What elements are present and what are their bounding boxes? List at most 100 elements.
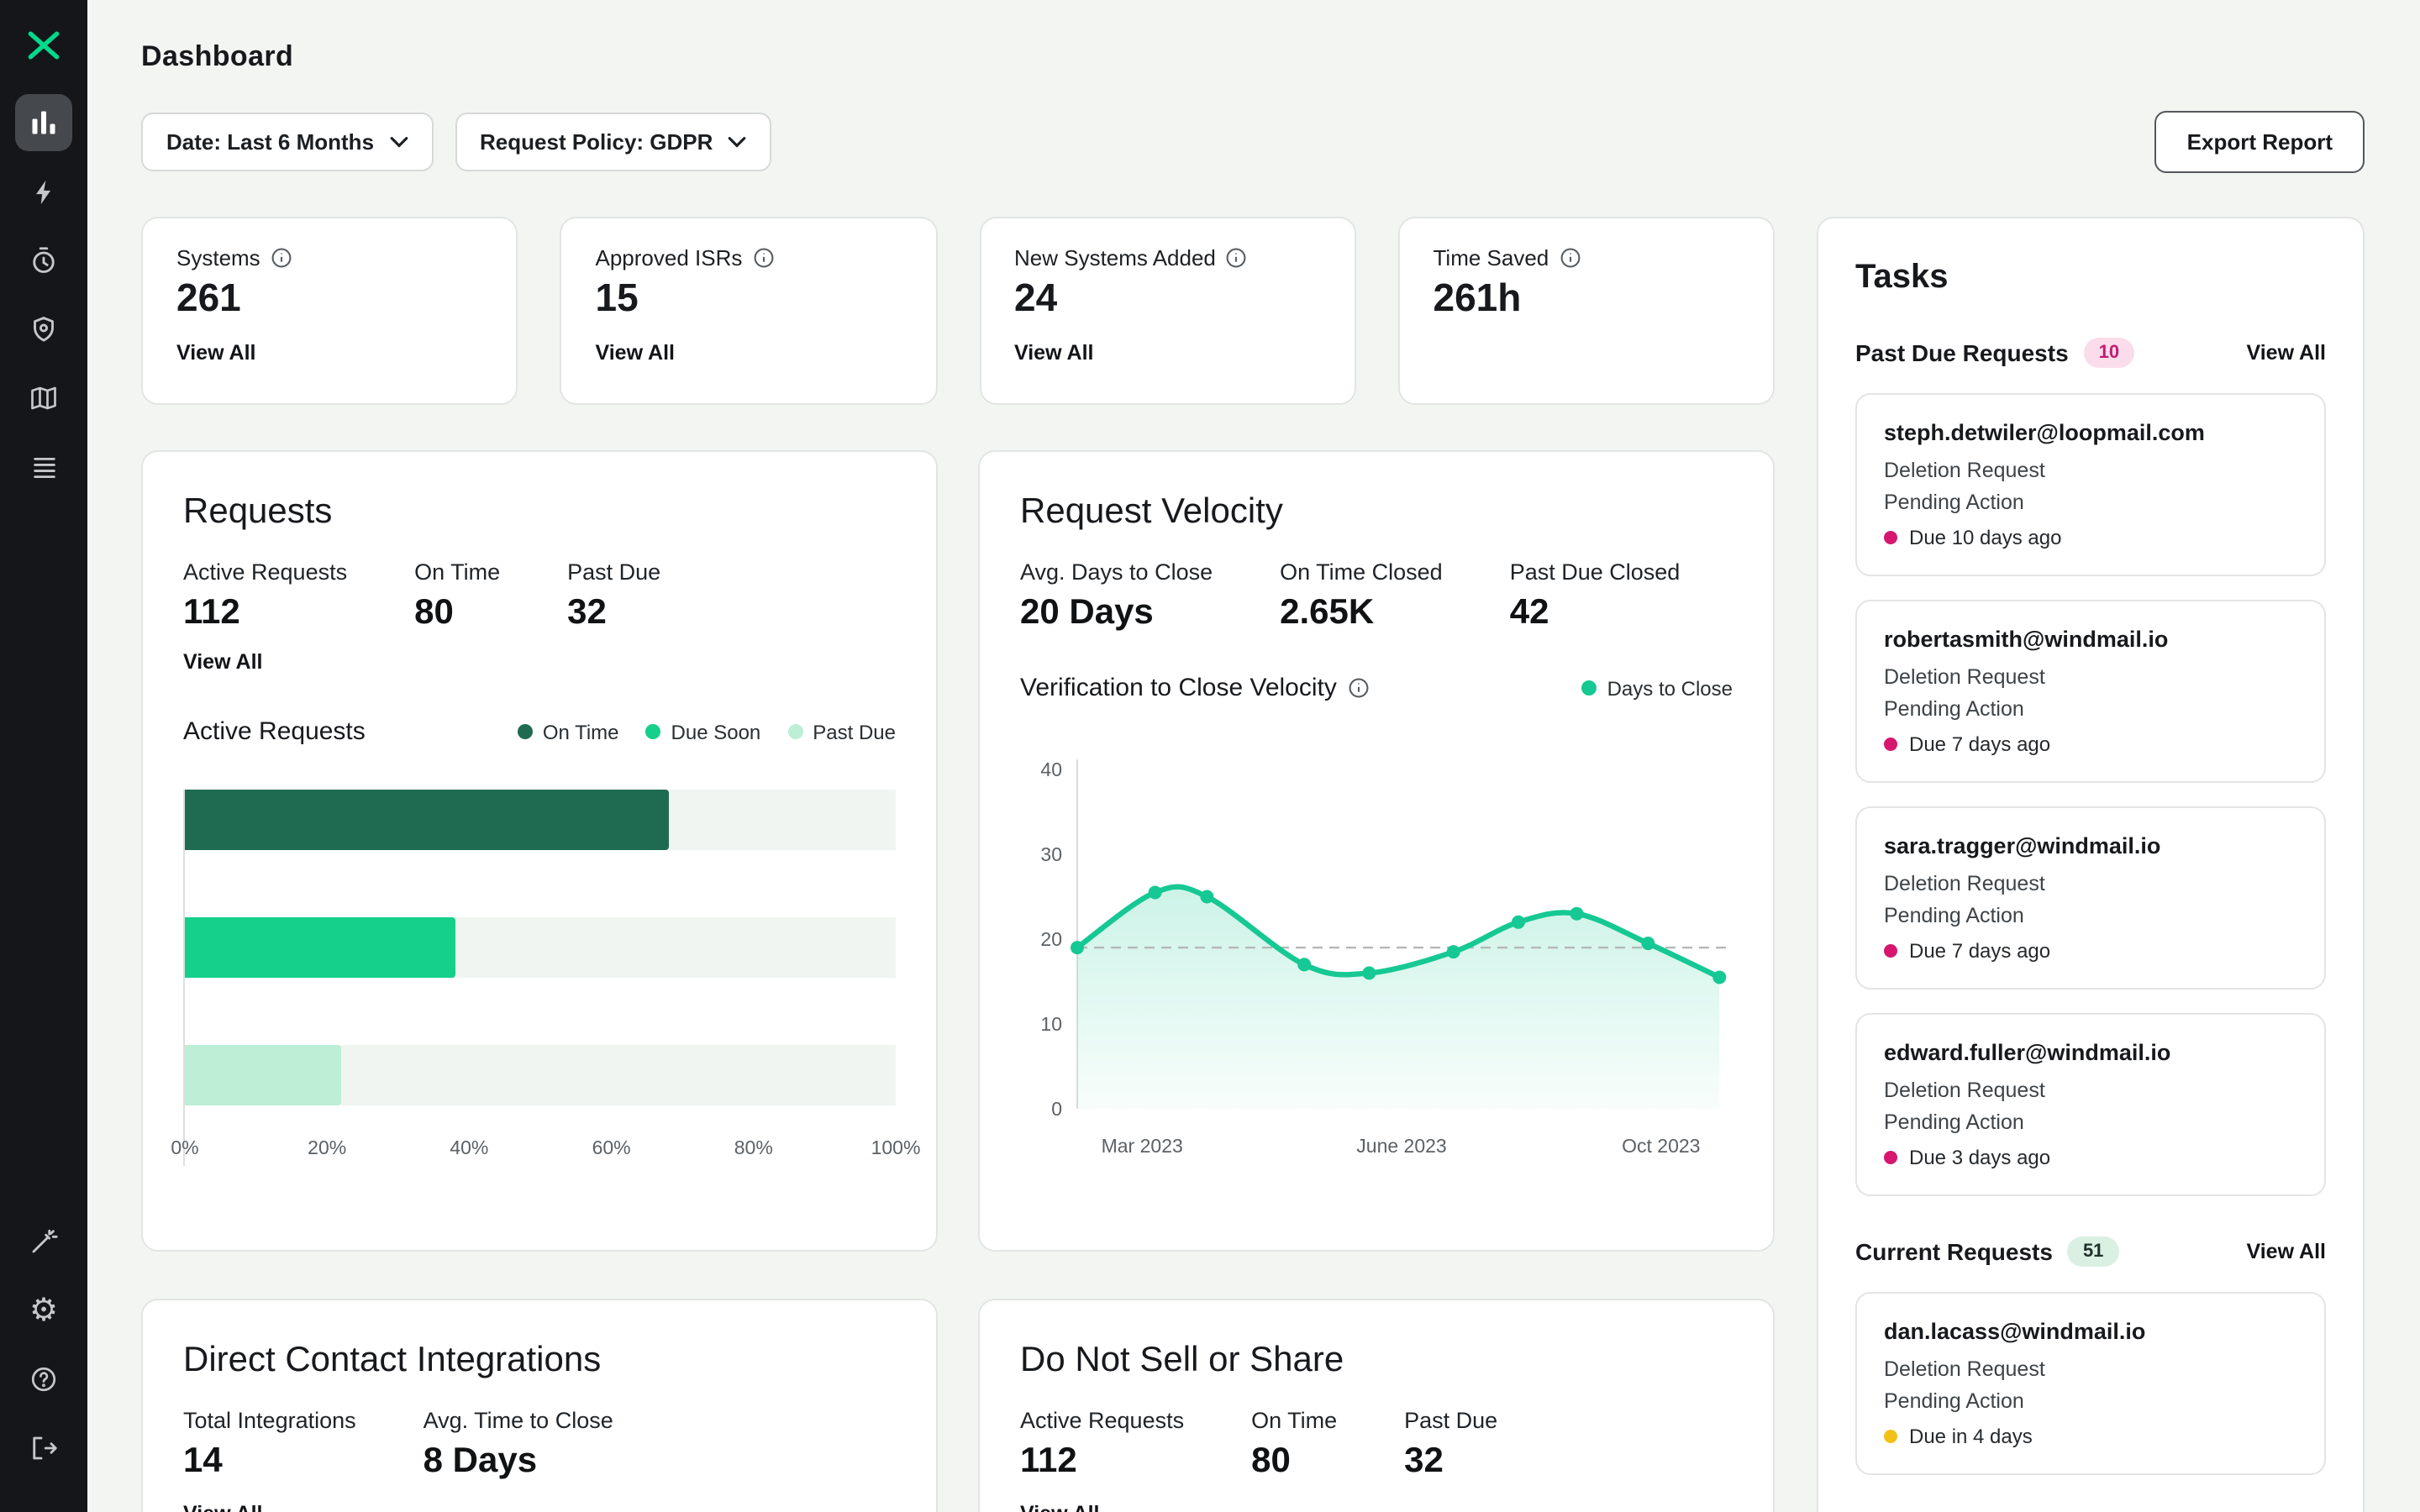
task-due-text: Due 3 days ago xyxy=(1909,1146,2051,1169)
page-title: Dashboard xyxy=(141,40,294,72)
current-requests-count-badge: 51 xyxy=(2067,1236,2119,1267)
task-card[interactable]: edward.fuller@windmail.io Deletion Reque… xyxy=(1855,1013,2326,1196)
metric-on-time-closed: On Time Closed 2.65K xyxy=(1280,559,1443,633)
view-all-link[interactable]: View All xyxy=(183,1502,263,1512)
task-due-text: Due 10 days ago xyxy=(1909,526,2062,549)
view-all-link[interactable]: View All xyxy=(176,341,256,365)
lightning-icon xyxy=(35,179,50,204)
sidebar-item-settings[interactable]: ⚙ xyxy=(15,1282,72,1339)
task-due-text: Due 7 days ago xyxy=(1909,732,2051,756)
bottom-row: Direct Contact Integrations Total Integr… xyxy=(141,1299,1775,1512)
x-axis-tick: 60% xyxy=(592,1139,631,1159)
info-icon[interactable] xyxy=(271,247,292,269)
task-request-type: Deletion Request xyxy=(1884,459,2045,482)
info-icon[interactable] xyxy=(1559,247,1581,269)
dns-metrics: Active Requests 112 On Time 80 Past Due … xyxy=(1020,1408,1733,1482)
view-all-link[interactable]: View All xyxy=(1014,341,1094,365)
sidebar-item-dashboard[interactable] xyxy=(15,94,72,151)
stopwatch-icon xyxy=(33,247,55,273)
task-card[interactable]: sara.tragger@windmail.io Deletion Reques… xyxy=(1855,806,2326,990)
chevron-down-icon xyxy=(389,137,408,148)
view-all-link[interactable]: View All xyxy=(2247,1240,2327,1263)
metric-active-requests: Active Requests 112 xyxy=(183,559,347,633)
task-due: Due 10 days ago xyxy=(1884,526,2297,549)
bar-track xyxy=(185,1045,896,1105)
line-chart-title-text: Verification to Close Velocity xyxy=(1020,674,1337,702)
brand-logo-icon[interactable] xyxy=(18,20,69,71)
info-icon[interactable] xyxy=(1349,677,1370,699)
help-icon xyxy=(31,1367,56,1392)
metric-avg-time-to-close: Avg. Time to Close 8 Days xyxy=(424,1408,613,1482)
sidebar-item-requests-list[interactable] xyxy=(15,438,72,496)
sidebar-item-data-map[interactable] xyxy=(15,370,72,427)
legend-label: On Time xyxy=(542,720,619,743)
metric-value: 8 Days xyxy=(423,1441,538,1480)
due-status-dot xyxy=(1884,738,1897,751)
bar-past-due xyxy=(185,1045,342,1105)
policy-filter-dropdown[interactable]: Request Policy: GDPR xyxy=(455,113,772,171)
left-column: Systems 261 View All Approved ISRs 15 Vi… xyxy=(141,217,1775,1512)
metric-label: Active Requests xyxy=(183,559,348,585)
task-email: dan.lacass@windmail.io xyxy=(1884,1319,2146,1344)
x-axis-tick: 80% xyxy=(734,1139,773,1159)
stat-label: Systems xyxy=(176,245,483,270)
stat-card-new-systems: New Systems Added 24 View All xyxy=(979,217,1356,405)
sidebar-item-logout[interactable] xyxy=(15,1420,72,1477)
legend-past-due: Past Due xyxy=(787,720,896,743)
task-card[interactable]: dan.lacass@windmail.io Deletion Request … xyxy=(1855,1292,2326,1475)
sidebar-item-activity[interactable] xyxy=(15,163,72,220)
sidebar-item-automation[interactable] xyxy=(15,1213,72,1270)
x-axis-tick: 0% xyxy=(171,1139,199,1159)
metric-label: Past Due xyxy=(1404,1408,1498,1433)
legend-label: Days to Close xyxy=(1607,676,1733,700)
line-chart-title: Verification to Close Velocity xyxy=(1020,674,1370,702)
task-email: robertasmith@windmail.io xyxy=(1884,627,2169,652)
task-email: sara.tragger@windmail.io xyxy=(1884,833,2161,858)
export-report-button[interactable]: Export Report xyxy=(2154,111,2365,173)
sidebar-item-help[interactable] xyxy=(15,1351,72,1408)
svg-text:20: 20 xyxy=(1040,928,1062,950)
stat-value: 261h xyxy=(1433,276,1522,319)
metric-value: 80 xyxy=(414,593,454,632)
svg-text:Mar 2023: Mar 2023 xyxy=(1102,1135,1183,1157)
sidebar-item-privacy[interactable] xyxy=(15,301,72,358)
view-all-link[interactable]: View All xyxy=(1020,1502,1100,1512)
bar-chart-header: Active Requests On Time Due Soon Past Du… xyxy=(183,717,896,746)
dashboard-screen: ⚙ Dashboard Date: Last 6 Months Request … xyxy=(0,0,2420,1512)
metric-total-integrations: Total Integrations 14 xyxy=(183,1408,356,1482)
tasks-panel: Tasks Past Due Requests 10 View All step… xyxy=(1817,217,2365,1512)
metric-value: 2.65K xyxy=(1280,593,1375,632)
tasks-title: Tasks xyxy=(1855,259,1949,296)
stat-card-approved-isrs: Approved ISRs 15 View All xyxy=(560,217,937,405)
metric-value: 14 xyxy=(183,1441,223,1480)
view-all-link[interactable]: View All xyxy=(183,650,263,674)
x-axis-labels: 0% 20% 40% 60% 80% 100% xyxy=(171,1139,920,1166)
sidebar-item-timer[interactable] xyxy=(15,232,72,289)
metric-active-requests: Active Requests 112 xyxy=(1020,1408,1184,1482)
svg-text:June 2023: June 2023 xyxy=(1356,1135,1446,1157)
stat-value: 15 xyxy=(595,276,639,319)
bar-chart-title: Active Requests xyxy=(183,717,366,746)
task-status: Pending Action xyxy=(1884,697,2024,721)
info-icon[interactable] xyxy=(752,247,774,269)
stat-value: 24 xyxy=(1014,276,1058,319)
legend-dot xyxy=(645,724,661,739)
info-icon[interactable] xyxy=(1226,247,1248,269)
view-all-link[interactable]: View All xyxy=(596,341,676,365)
task-status: Pending Action xyxy=(1884,904,2024,927)
x-axis-tick: 40% xyxy=(450,1139,489,1159)
task-request-type: Deletion Request xyxy=(1884,872,2045,895)
bar-chart-icon xyxy=(32,111,55,134)
metric-value: 112 xyxy=(183,593,240,632)
view-all-link[interactable]: View All xyxy=(2247,341,2327,365)
velocity-card-title: Request Velocity xyxy=(1020,492,1283,531)
task-card[interactable]: robertasmith@windmail.io Deletion Reques… xyxy=(1855,600,2326,783)
task-request-type: Deletion Request xyxy=(1884,1079,2045,1102)
date-filter-dropdown[interactable]: Date: Last 6 Months xyxy=(141,113,434,171)
stat-value: 261 xyxy=(176,276,241,319)
legend-on-time: On Time xyxy=(517,720,619,743)
current-requests-section-header: Current Requests 51 View All xyxy=(1855,1236,2326,1267)
date-filter-label: Date: Last 6 Months xyxy=(166,129,375,155)
task-card[interactable]: steph.detwiler@loopmail.com Deletion Req… xyxy=(1855,393,2326,576)
x-axis-tick: 20% xyxy=(308,1139,347,1159)
